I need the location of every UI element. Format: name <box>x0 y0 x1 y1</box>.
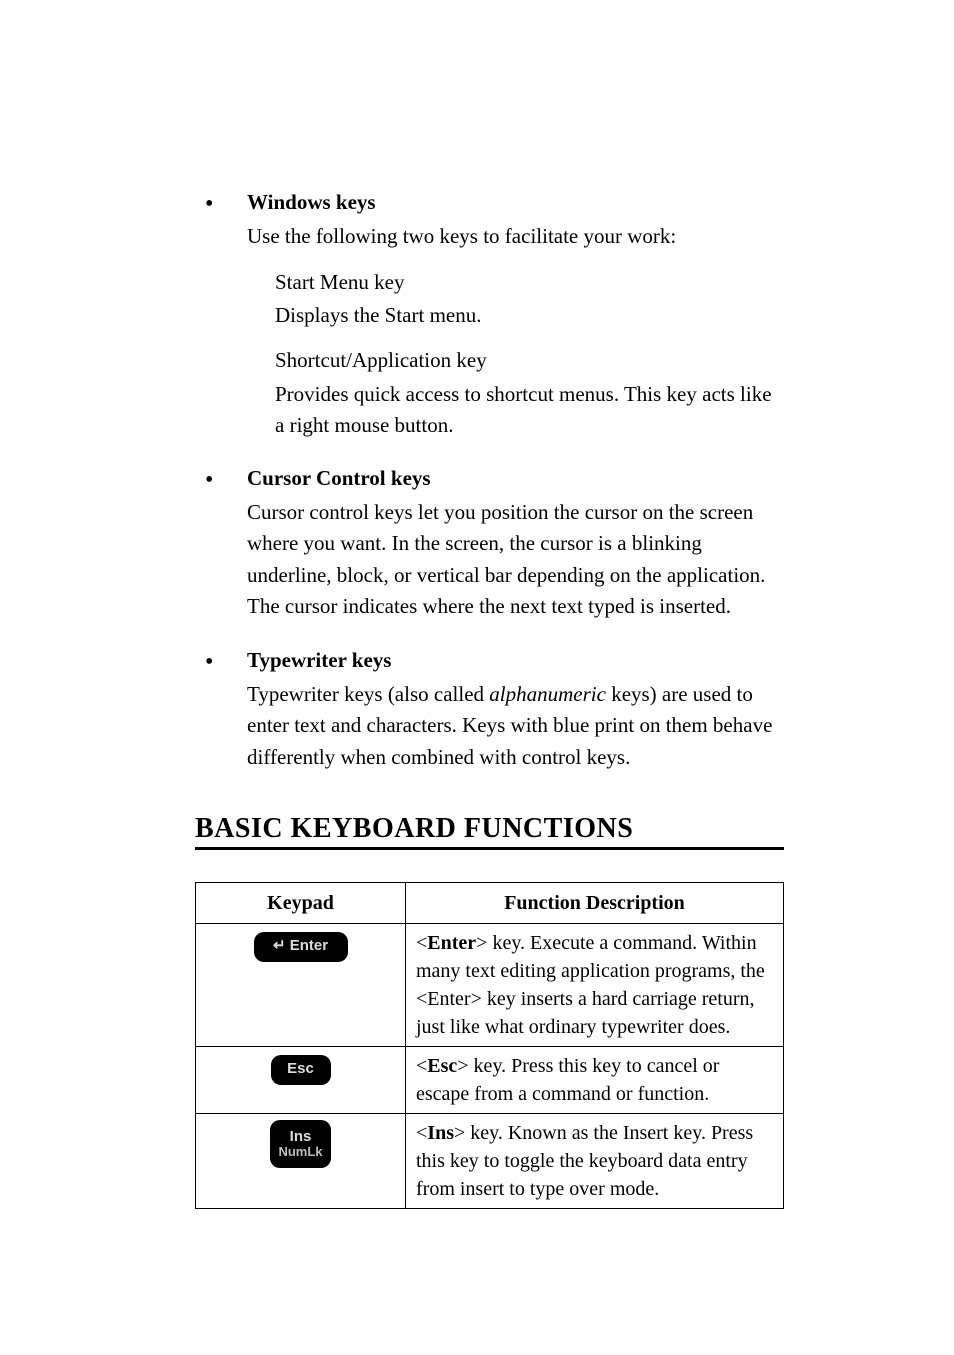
list-item-windows-keys: Windows keys Use the following two keys … <box>195 190 784 441</box>
sub-body-start-menu: Displays the Start menu. <box>275 300 784 331</box>
keycap-label: Esc <box>287 1061 314 1078</box>
body-typewriter-keys: Typewriter keys (also called alphanumeri… <box>247 679 784 774</box>
header-function: Function Description <box>406 883 784 924</box>
heading-typewriter-keys: Typewriter keys <box>247 648 784 673</box>
heading-windows-keys: Windows keys <box>247 190 784 215</box>
table-row: Esc <Esc> key. Press this key to cancel … <box>196 1047 784 1114</box>
list-item-typewriter-keys: Typewriter keys Typewriter keys (also ca… <box>195 648 784 774</box>
keypad-cell: ↵ Enter <box>196 924 406 1047</box>
keycap-label: ↵ Enter <box>273 938 328 955</box>
key-name-bold: Ins <box>427 1122 454 1144</box>
key-category-list: Windows keys Use the following two keys … <box>195 190 784 773</box>
header-keypad: Keypad <box>196 883 406 924</box>
esc-key-icon: Esc <box>271 1055 331 1085</box>
key-name-bold: Enter <box>427 932 476 954</box>
description-text: > key. Press this key to cancel or escap… <box>416 1055 719 1105</box>
typewriter-pre-text: Typewriter keys (also called <box>247 682 489 706</box>
description-cell: <Ins> key. Known as the Insert key. Pres… <box>406 1114 784 1209</box>
list-item-cursor-keys: Cursor Control keys Cursor control keys … <box>195 466 784 623</box>
table-header-row: Keypad Function Description <box>196 883 784 924</box>
intro-windows-keys: Use the following two keys to facilitate… <box>247 221 784 253</box>
enter-key-icon: ↵ Enter <box>254 932 348 962</box>
ins-key-icon: Ins NumLk <box>270 1120 330 1168</box>
description-cell: <Enter> key. Execute a command. Within m… <box>406 924 784 1047</box>
keycap-label-line2: NumLk <box>278 1145 322 1159</box>
key-name-bold: Esc <box>427 1055 457 1077</box>
section-title: BASIC KEYBOARD FUNCTIONS <box>195 813 784 850</box>
keypad-cell: Esc <box>196 1047 406 1114</box>
table-row: ↵ Enter <Enter> key. Execute a command. … <box>196 924 784 1047</box>
keyboard-functions-table: Keypad Function Description ↵ Enter <Ent… <box>195 882 784 1209</box>
description-cell: <Esc> key. Press this key to cancel or e… <box>406 1047 784 1114</box>
sub-heading-shortcut-key: Shortcut/Application key <box>275 345 784 376</box>
description-text: > key. Known as the Insert key. Press th… <box>416 1122 753 1200</box>
heading-cursor-keys: Cursor Control keys <box>247 466 784 491</box>
sub-body-shortcut-key: Provides quick access to shortcut menus.… <box>275 379 784 441</box>
typewriter-italic-text: alphanumeric <box>489 682 606 706</box>
keypad-cell: Ins NumLk <box>196 1114 406 1209</box>
keycap-label-line1: Ins <box>290 1129 312 1146</box>
body-cursor-keys: Cursor control keys let you position the… <box>247 497 784 623</box>
sub-heading-start-menu: Start Menu key <box>275 267 784 298</box>
table-row: Ins NumLk <Ins> key. Known as the Insert… <box>196 1114 784 1209</box>
